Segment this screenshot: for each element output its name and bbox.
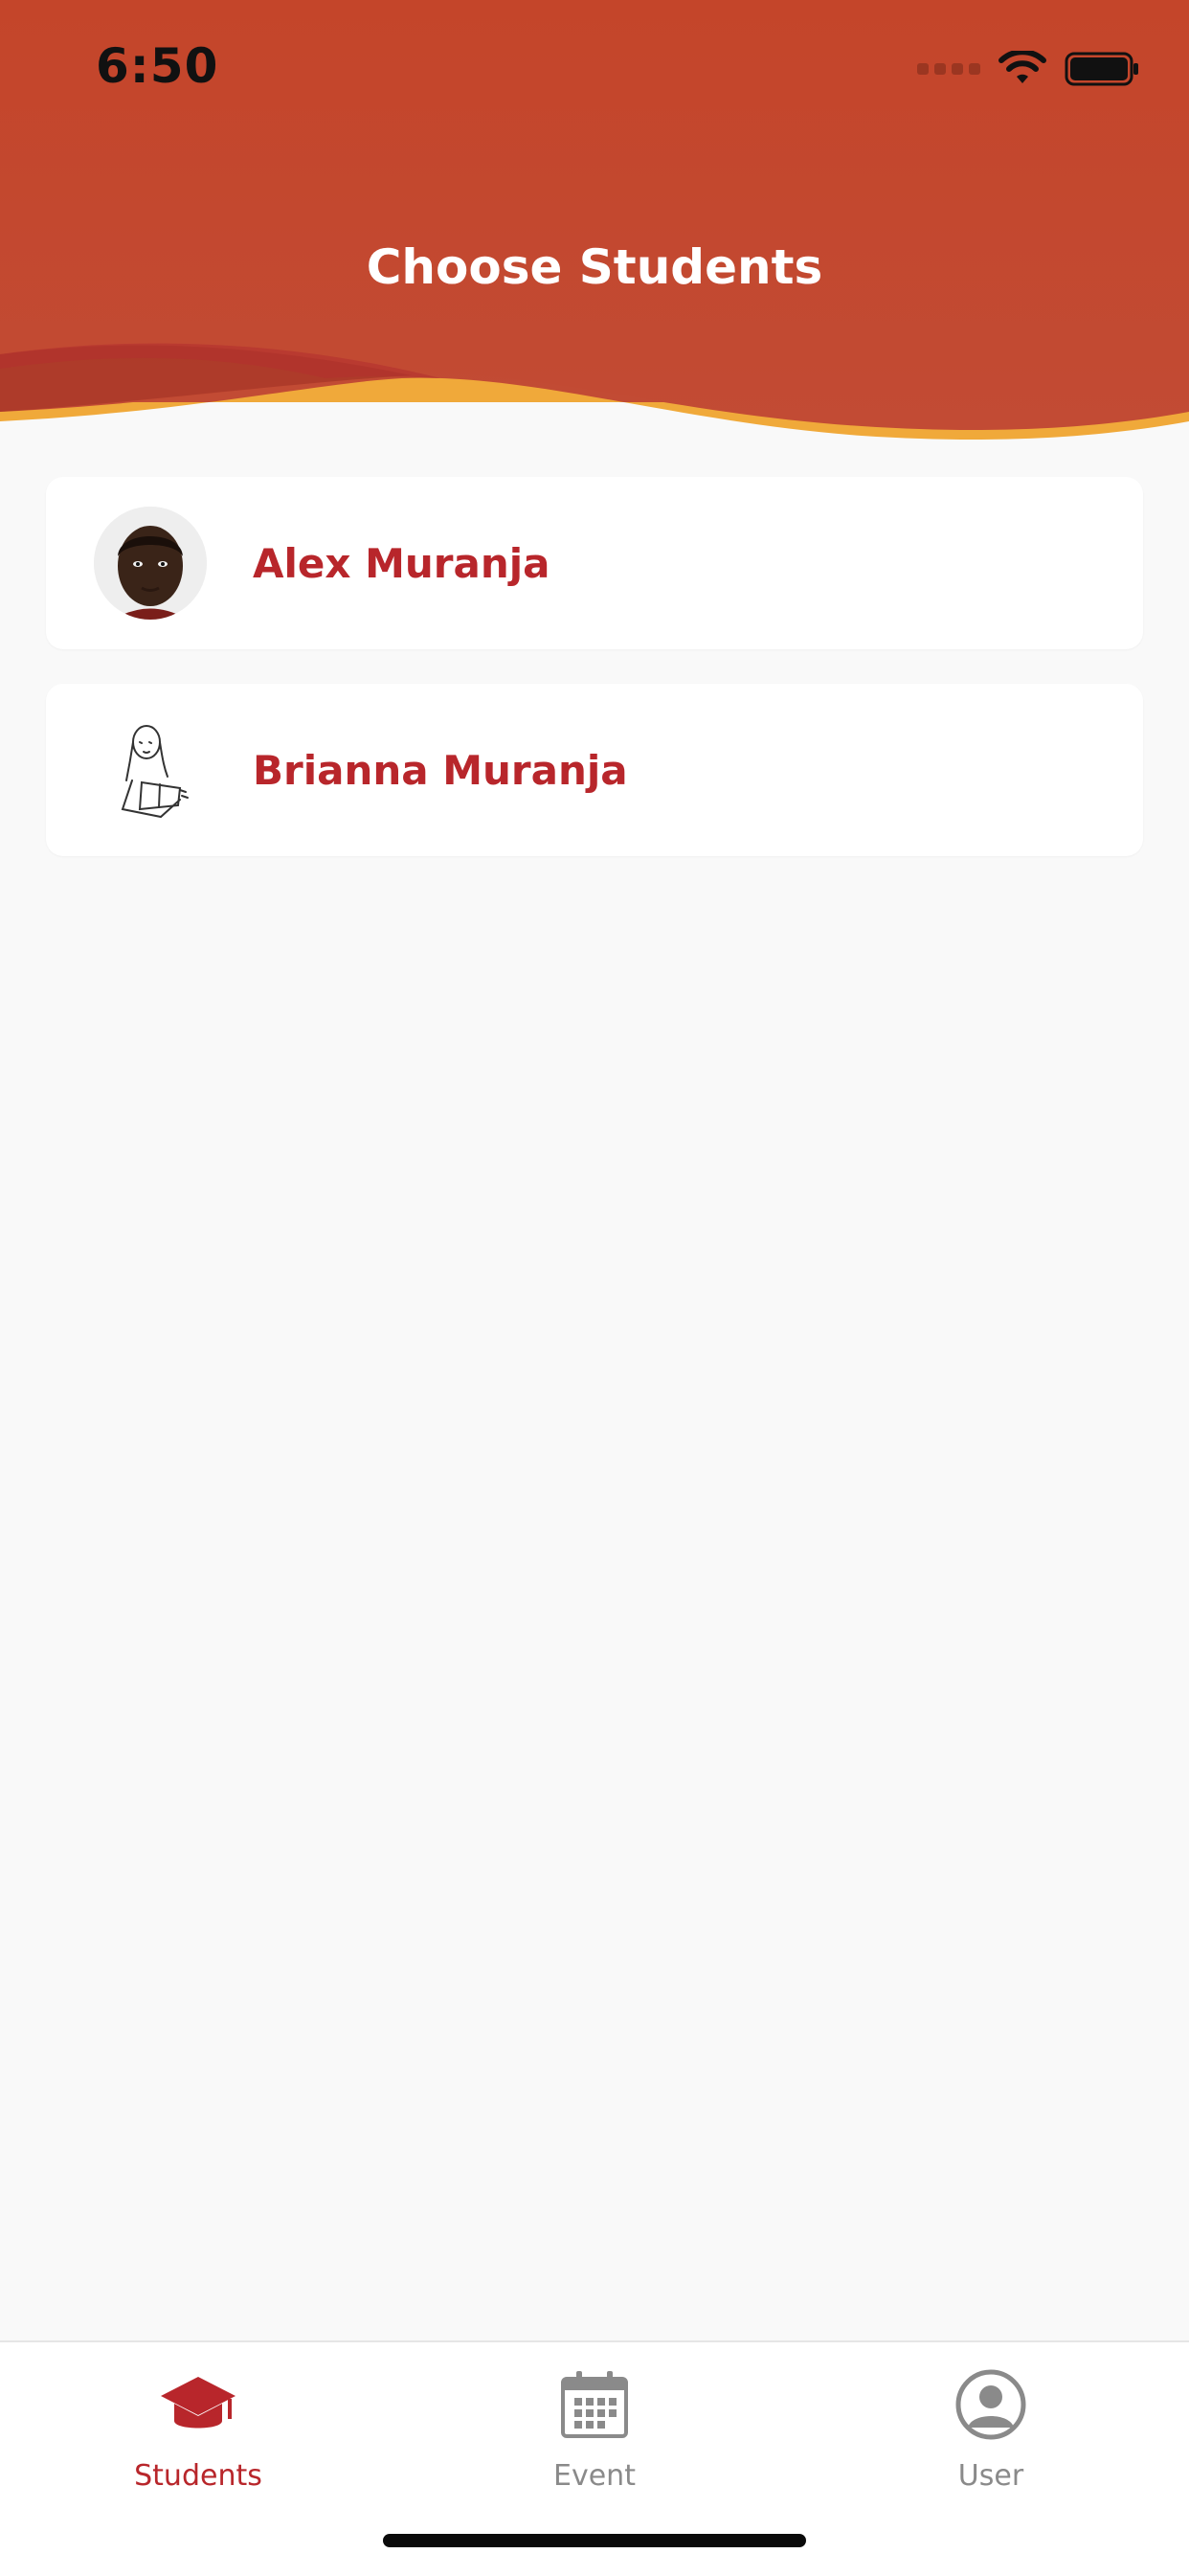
student-name: Alex Muranja bbox=[253, 539, 550, 587]
tab-students[interactable]: Students bbox=[0, 2342, 396, 2515]
student-card-alex[interactable]: Alex Muranja bbox=[46, 477, 1143, 649]
tab-event[interactable]: Event bbox=[396, 2342, 793, 2515]
home-indicator[interactable] bbox=[383, 2534, 806, 2547]
status-icons bbox=[917, 50, 1141, 88]
tab-user-label: User bbox=[957, 2459, 1024, 2493]
status-time: 6:50 bbox=[96, 38, 219, 94]
user-icon bbox=[954, 2363, 1027, 2446]
battery-icon bbox=[1065, 52, 1138, 86]
tab-students-label: Students bbox=[134, 2459, 262, 2493]
tab-event-label: Event bbox=[553, 2459, 636, 2493]
student-photo-icon bbox=[94, 507, 207, 620]
student-avatar bbox=[94, 713, 207, 826]
tab-user[interactable]: User bbox=[793, 2342, 1189, 2515]
calendar-icon bbox=[559, 2363, 630, 2446]
student-avatar bbox=[94, 507, 207, 620]
cellular-signal-icon bbox=[917, 63, 980, 75]
wifi-icon bbox=[998, 51, 1046, 83]
page-title: Choose Students bbox=[366, 239, 823, 295]
student-name: Brianna Muranja bbox=[253, 746, 628, 794]
student-list: Alex Muranja Brianna Muranja bbox=[46, 477, 1143, 891]
header: 6:50 Choose Students bbox=[0, 0, 1189, 460]
graduation-cap-icon bbox=[159, 2363, 237, 2446]
student-sketch-icon bbox=[94, 713, 207, 826]
student-card-brianna[interactable]: Brianna Muranja bbox=[46, 684, 1143, 856]
